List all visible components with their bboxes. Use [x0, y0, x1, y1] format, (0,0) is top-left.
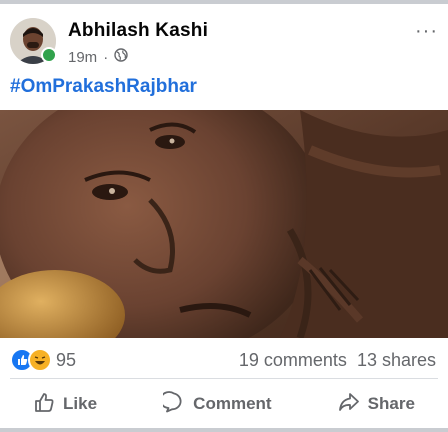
share-icon: [338, 391, 360, 418]
engagement-counts: 19 comments 13 shares: [239, 350, 436, 371]
hashtag-link[interactable]: #OmPrakashRajbhar: [10, 76, 197, 98]
comments-count[interactable]: 19 comments: [239, 350, 347, 371]
like-label: Like: [63, 394, 98, 413]
comment-button[interactable]: Comment: [153, 385, 281, 424]
reaction-count: 95: [56, 349, 77, 370]
post-stats: 95 19 comments 13 shares: [10, 346, 438, 372]
post-meta: 19m ·: [68, 48, 128, 66]
post-photo[interactable]: [0, 110, 448, 338]
bottom-divider: [0, 428, 448, 432]
share-label: Share: [367, 394, 415, 413]
globe-icon: [114, 48, 128, 66]
actions-divider: [10, 378, 438, 379]
post-header: Abhilash Kashi 19m · ···: [10, 14, 440, 72]
thumbs-up-icon: [33, 391, 55, 418]
author-name[interactable]: Abhilash Kashi: [68, 20, 208, 42]
author-avatar[interactable]: [10, 18, 57, 64]
meta-separator: ·: [103, 48, 109, 66]
more-options-button[interactable]: ···: [415, 20, 438, 43]
top-divider: [0, 0, 448, 4]
online-status-dot: [41, 47, 57, 63]
reactions-summary[interactable]: 95: [10, 348, 76, 372]
like-button[interactable]: Like: [23, 385, 107, 424]
shares-count[interactable]: 13 shares: [357, 350, 436, 371]
haha-reaction-icon: [28, 348, 52, 372]
facebook-post: Abhilash Kashi 19m · ··· #OmPrakashRajbh…: [0, 0, 448, 432]
comment-label: Comment: [193, 394, 272, 413]
post-actions: Like Comment Share: [0, 384, 448, 424]
share-button[interactable]: Share: [328, 385, 425, 424]
comment-icon: [159, 390, 185, 418]
post-time[interactable]: 19m: [68, 49, 97, 66]
